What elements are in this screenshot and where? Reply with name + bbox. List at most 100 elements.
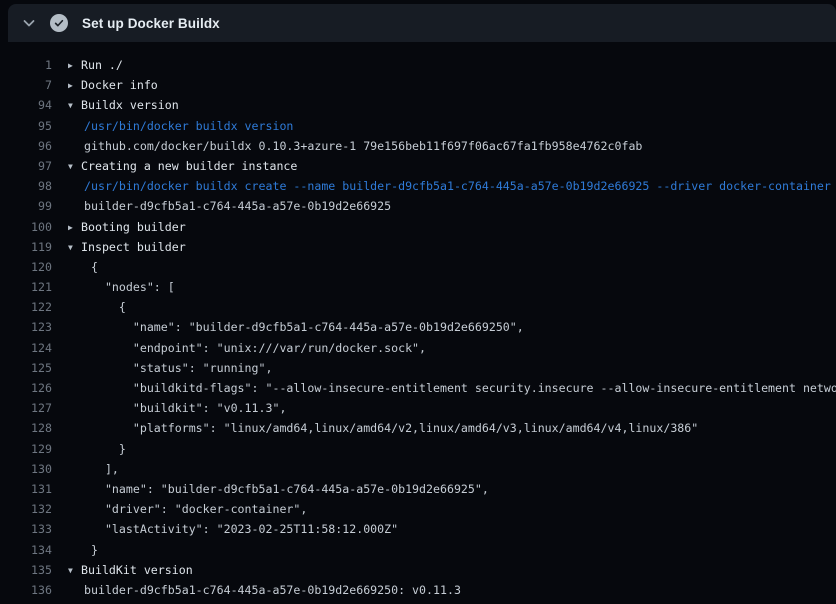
log-group-header[interactable]: ▶Booting builder [52, 217, 836, 237]
triangle-down-icon: ▼ [68, 238, 81, 257]
log-line: 131 "name": "builder-d9cfb5a1-c764-445a-… [0, 479, 836, 499]
log-group-label: Inspect builder [81, 240, 186, 254]
log-output-text: "name": "builder-d9cfb5a1-c764-445a-a57e… [52, 317, 836, 337]
log-line: 123 "name": "builder-d9cfb5a1-c764-445a-… [0, 317, 836, 337]
log-output-text: { [52, 257, 836, 277]
log-group-header[interactable]: ▼BuildKit version [52, 560, 836, 580]
log-output-text: github.com/docker/buildx 0.10.3+azure-1 … [52, 136, 836, 156]
log-line: 132 "driver": "docker-container", [0, 499, 836, 519]
log-line: 125 "status": "running", [0, 358, 836, 378]
log-output-text: "buildkit": "v0.11.3", [52, 398, 836, 418]
line-number[interactable]: 100 [0, 217, 52, 237]
log-line: 124 "endpoint": "unix:///var/run/docker.… [0, 338, 836, 358]
triangle-down-icon: ▼ [68, 96, 81, 115]
line-number[interactable]: 134 [0, 540, 52, 560]
log-output-text: "buildkitd-flags": "--allow-insecure-ent… [52, 378, 836, 398]
line-number[interactable]: 129 [0, 439, 52, 459]
line-number[interactable]: 97 [0, 156, 52, 176]
log-output-text: "nodes": [ [52, 277, 836, 297]
line-number[interactable]: 126 [0, 378, 52, 398]
log-line: 122 { [0, 297, 836, 317]
line-number[interactable]: 127 [0, 398, 52, 418]
step-title: Set up Docker Buildx [82, 16, 220, 31]
line-number[interactable]: 121 [0, 277, 52, 297]
line-number[interactable]: 132 [0, 499, 52, 519]
line-number[interactable]: 131 [0, 479, 52, 499]
log-output-text: "platforms": "linux/amd64,linux/amd64/v2… [52, 418, 836, 438]
log-output-text: builder-d9cfb5a1-c764-445a-a57e-0b19d2e6… [52, 196, 836, 216]
triangle-right-icon: ▶ [68, 56, 81, 75]
line-number[interactable]: 135 [0, 560, 52, 580]
log-line: 130 ], [0, 459, 836, 479]
log-line: 1▶Run ./ [0, 55, 836, 75]
log-line: 128 "platforms": "linux/amd64,linux/amd6… [0, 418, 836, 438]
log-output-text: "name": "builder-d9cfb5a1-c764-445a-a57e… [52, 479, 836, 499]
log-group-header[interactable]: ▼Creating a new builder instance [52, 156, 836, 176]
log-line: 135▼BuildKit version [0, 560, 836, 580]
line-number[interactable]: 98 [0, 176, 52, 196]
log-line: 100▶Booting builder [0, 217, 836, 237]
line-number[interactable]: 119 [0, 237, 52, 257]
log-line: 94▼Buildx version [0, 95, 836, 115]
log-output-text: "driver": "docker-container", [52, 499, 836, 519]
log-line: 97▼Creating a new builder instance [0, 156, 836, 176]
triangle-down-icon: ▼ [68, 561, 81, 580]
check-icon [53, 17, 65, 29]
log-group-label: Booting builder [81, 220, 186, 234]
log-output-text: "status": "running", [52, 358, 836, 378]
log-group-label: Docker info [81, 78, 158, 92]
log-group-label: Creating a new builder instance [81, 159, 297, 173]
chevron-down-icon [21, 15, 37, 31]
log-line: 99builder-d9cfb5a1-c764-445a-a57e-0b19d2… [0, 196, 836, 216]
log-line: 134 } [0, 540, 836, 560]
log-line: 127 "buildkit": "v0.11.3", [0, 398, 836, 418]
line-number[interactable]: 124 [0, 338, 52, 358]
log-output-text: { [52, 297, 836, 317]
log-output-text: "lastActivity": "2023-02-25T11:58:12.000… [52, 519, 836, 539]
log-output-text: ], [52, 459, 836, 479]
line-number[interactable]: 1 [0, 55, 52, 75]
line-number[interactable]: 94 [0, 95, 52, 115]
triangle-right-icon: ▶ [68, 218, 81, 237]
log-group-header[interactable]: ▼Buildx version [52, 95, 836, 115]
line-number[interactable]: 95 [0, 116, 52, 136]
log-group-header[interactable]: ▶Run ./ [52, 55, 836, 75]
log-line: 133 "lastActivity": "2023-02-25T11:58:12… [0, 519, 836, 539]
log-group-header[interactable]: ▶Docker info [52, 75, 836, 95]
step-header[interactable]: Set up Docker Buildx [8, 4, 836, 42]
collapse-step-button[interactable] [16, 10, 42, 36]
line-number[interactable]: 130 [0, 459, 52, 479]
log-output-text: } [52, 439, 836, 459]
triangle-right-icon: ▶ [68, 76, 81, 95]
line-number[interactable]: 133 [0, 519, 52, 539]
log-line: 129 } [0, 439, 836, 459]
log-line: 121 "nodes": [ [0, 277, 836, 297]
triangle-down-icon: ▼ [68, 157, 81, 176]
line-number[interactable]: 125 [0, 358, 52, 378]
line-number[interactable]: 122 [0, 297, 52, 317]
log-command-text: /usr/bin/docker buildx version [52, 116, 836, 136]
log-group-label: BuildKit version [81, 563, 193, 577]
log-line: 120 { [0, 257, 836, 277]
line-number[interactable]: 99 [0, 196, 52, 216]
line-number[interactable]: 123 [0, 317, 52, 337]
log-line: 136builder-d9cfb5a1-c764-445a-a57e-0b19d… [0, 580, 836, 600]
log-line: 7▶Docker info [0, 75, 836, 95]
line-number[interactable]: 96 [0, 136, 52, 156]
line-number[interactable]: 136 [0, 580, 52, 600]
log-group-header[interactable]: ▼Inspect builder [52, 237, 836, 257]
log-lines: 1▶Run ./7▶Docker info94▼Buildx version95… [0, 42, 836, 604]
log-line: 98/usr/bin/docker buildx create --name b… [0, 176, 836, 196]
log-output-text: "endpoint": "unix:///var/run/docker.sock… [52, 338, 836, 358]
line-number[interactable]: 120 [0, 257, 52, 277]
line-number[interactable]: 7 [0, 75, 52, 95]
log-group-label: Run ./ [81, 58, 123, 72]
log-command-text: /usr/bin/docker buildx create --name bui… [52, 176, 836, 196]
line-number[interactable]: 128 [0, 418, 52, 438]
log-line: 119▼Inspect builder [0, 237, 836, 257]
log-output-text: builder-d9cfb5a1-c764-445a-a57e-0b19d2e6… [52, 580, 836, 600]
log-output-text: } [52, 540, 836, 560]
log-line: 95/usr/bin/docker buildx version [0, 116, 836, 136]
log-line: 96github.com/docker/buildx 0.10.3+azure-… [0, 136, 836, 156]
log-group-label: Buildx version [81, 98, 179, 112]
